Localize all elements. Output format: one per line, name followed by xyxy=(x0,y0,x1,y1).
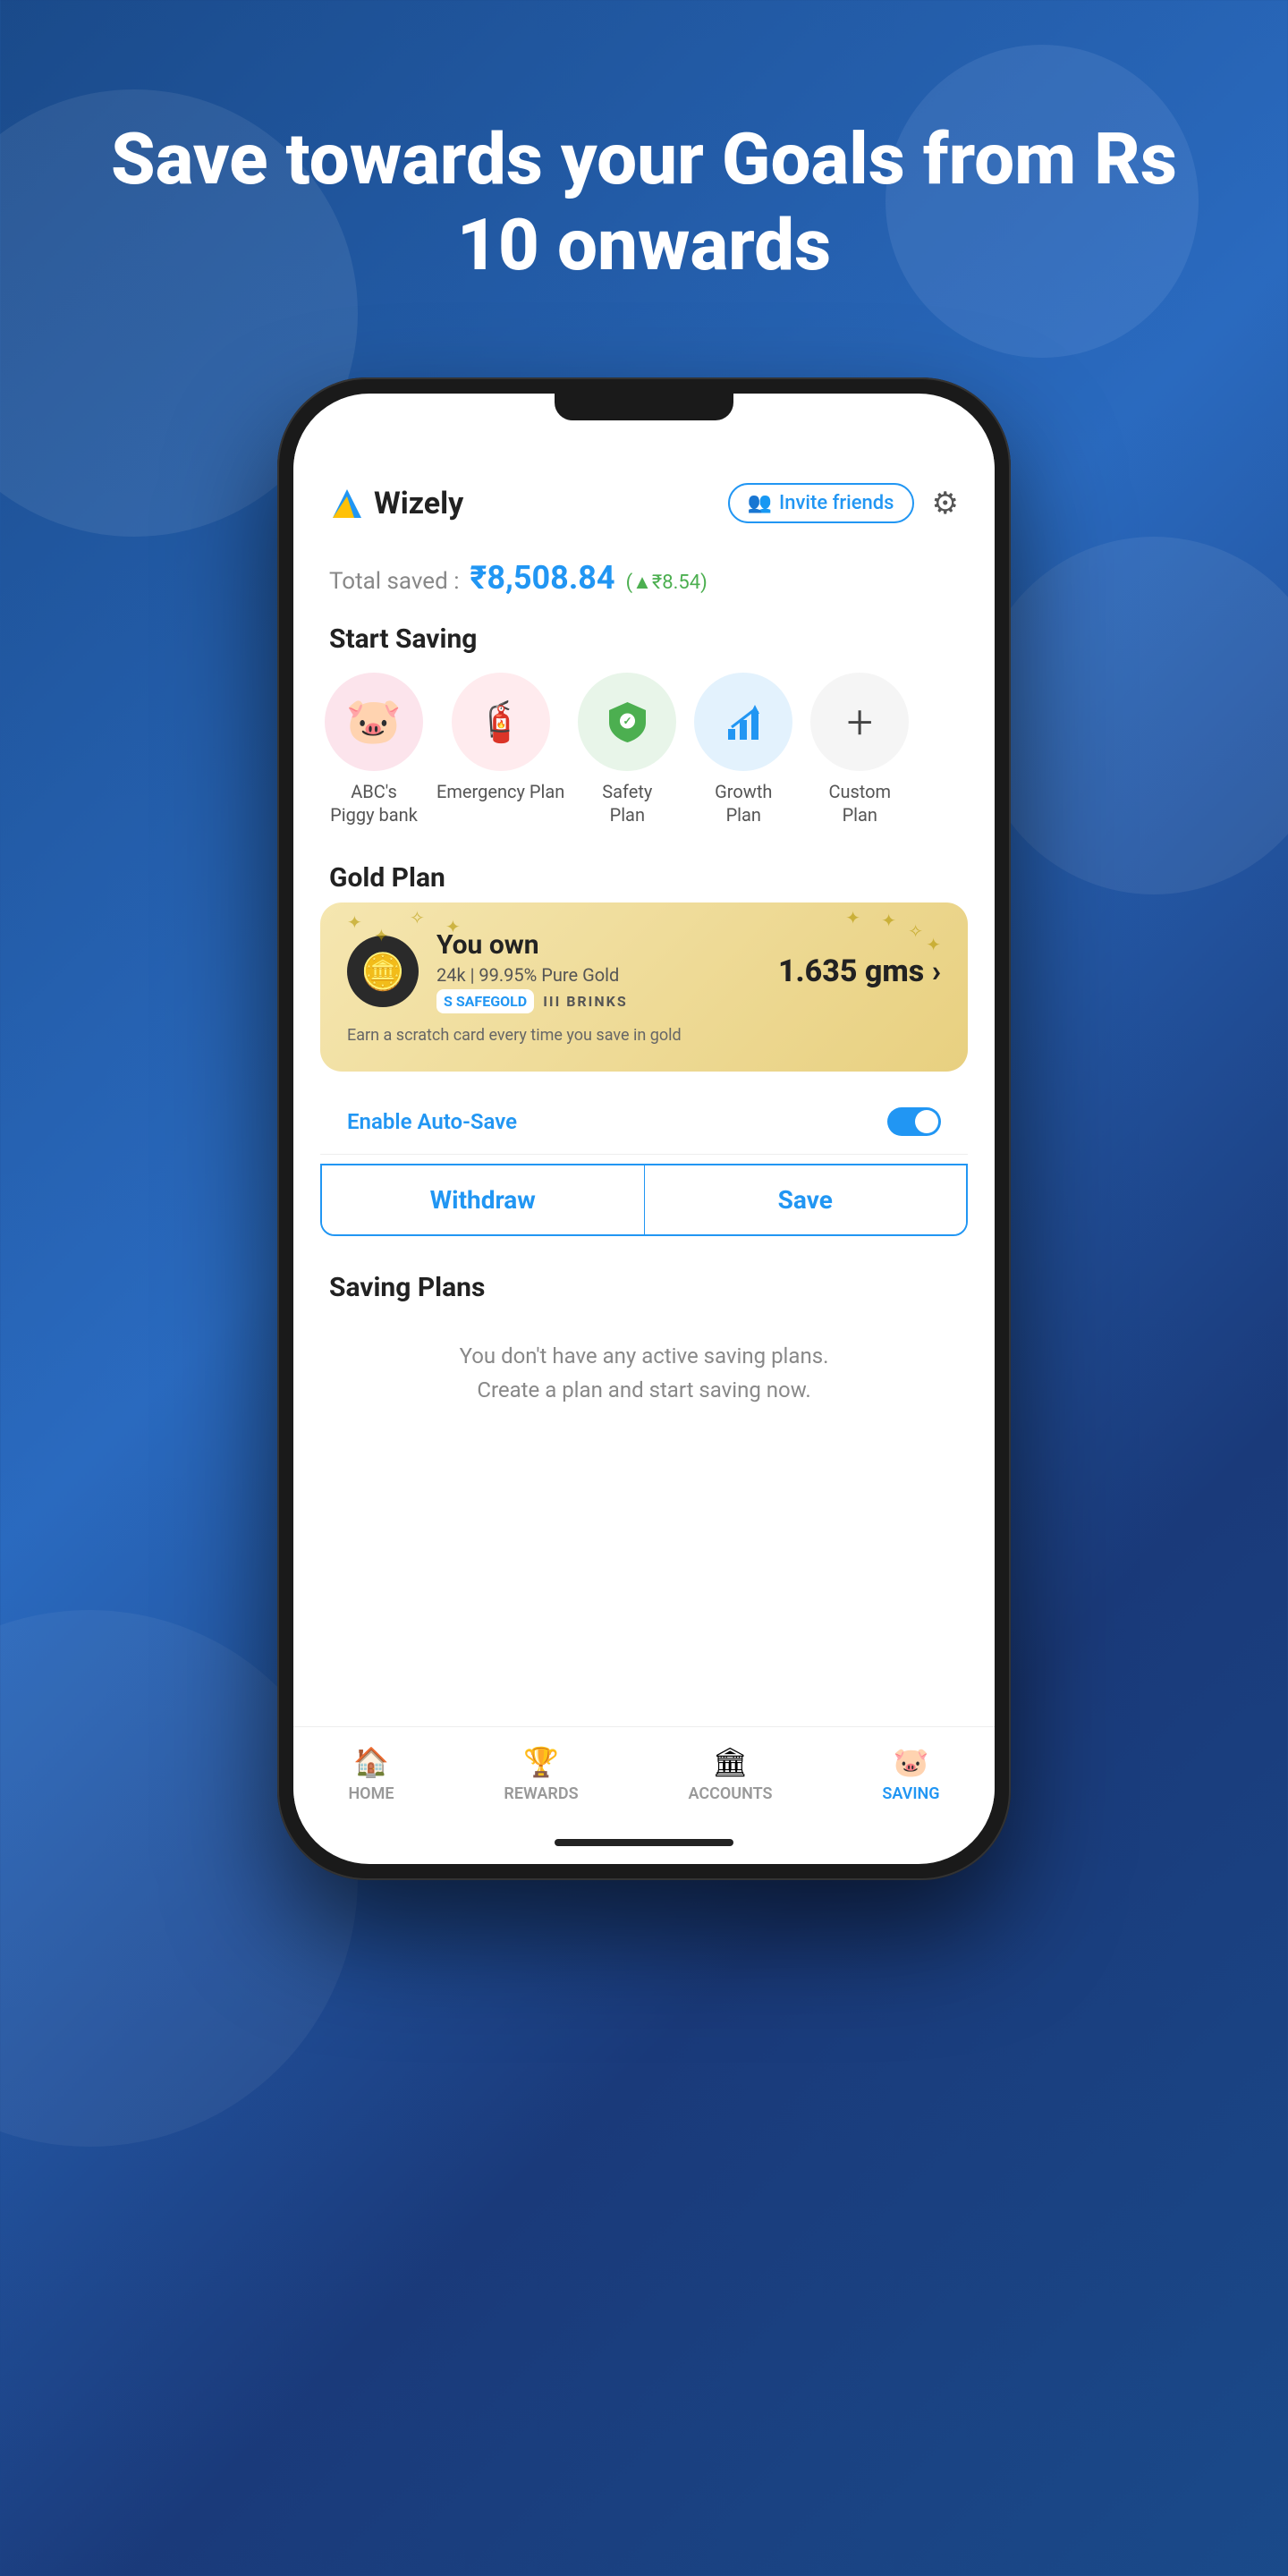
saving-item-piggy[interactable]: 🐷 ABC'sPiggy bank xyxy=(320,673,428,826)
saving-item-growth[interactable]: GrowthPlan xyxy=(690,673,797,826)
gold-plan-card[interactable]: ✦ ✦ ✧ ✦ ✦ ✧ ✦ ✦ 🪙 You own 24k | 99.95% xyxy=(320,902,968,1072)
safegold-badge: S SAFEGOLD xyxy=(436,989,534,1013)
home-icon: 🏠 xyxy=(353,1745,389,1779)
custom-label: CustomPlan xyxy=(828,780,891,826)
saving-icons-row: 🐷 ABC'sPiggy bank 🧯 Emergency Plan xyxy=(293,664,995,844)
hero-title: Save towards your Goals from Rs 10 onwar… xyxy=(0,116,1288,288)
emergency-icon-circle: 🧯 xyxy=(452,673,550,771)
growth-icon-circle xyxy=(694,673,792,771)
safety-icon-circle: ✓ xyxy=(578,673,676,771)
custom-icon-circle: + xyxy=(810,673,909,771)
saving-label: SAVING xyxy=(882,1784,939,1803)
gold-purity: 24k | 99.95% Pure Gold xyxy=(436,964,760,986)
total-saved-change: (▲₹8.54) xyxy=(626,572,708,594)
saving-item-custom[interactable]: + CustomPlan xyxy=(806,673,913,826)
start-saving-title: Start Saving xyxy=(293,606,995,664)
gold-plan-title: Gold Plan xyxy=(293,844,995,902)
you-own-text: You own xyxy=(436,929,760,961)
app-content: Wizely 👥 Invite friends ⚙ Total saved : xyxy=(293,465,995,1726)
shield-svg: ✓ xyxy=(603,698,652,747)
logo-area: Wizely xyxy=(329,486,463,521)
nav-rewards[interactable]: 🏆 REWARDS xyxy=(504,1745,578,1803)
withdraw-button[interactable]: Withdraw xyxy=(322,1165,645,1234)
gold-amount-wrapper: 1.635 gms › xyxy=(778,953,941,989)
gold-card-top: 🪙 You own 24k | 99.95% Pure Gold S SAFEG… xyxy=(347,929,941,1013)
accounts-icon: 🏛 xyxy=(712,1745,749,1779)
saving-item-safety[interactable]: ✓ SafetyPlan xyxy=(573,673,681,826)
total-saved-amount: ₹8,508.84 xyxy=(470,559,614,597)
status-bar xyxy=(293,420,995,465)
emergency-label: Emergency Plan xyxy=(436,780,564,803)
settings-icon[interactable]: ⚙ xyxy=(932,486,959,521)
growth-svg xyxy=(719,698,768,747)
nav-home[interactable]: 🏠 HOME xyxy=(348,1745,394,1803)
app-name: Wizely xyxy=(374,486,463,521)
auto-save-row: Enable Auto-Save xyxy=(320,1089,968,1155)
app-header: Wizely 👥 Invite friends ⚙ xyxy=(293,465,995,541)
saving-icon: 🐷 xyxy=(894,1745,929,1779)
phone-inner: Wizely 👥 Invite friends ⚙ Total saved : xyxy=(293,394,995,1864)
saving-plans-title: Saving Plans xyxy=(293,1254,995,1312)
total-saved-section: Total saved : ₹8,508.84 (▲₹8.54) xyxy=(293,541,995,606)
auto-save-label: Enable Auto-Save xyxy=(347,1109,517,1134)
home-label: HOME xyxy=(348,1784,394,1803)
rewards-icon: 🏆 xyxy=(523,1745,559,1779)
piggy-label: ABC'sPiggy bank xyxy=(330,780,418,826)
nav-saving[interactable]: 🐷 SAVING xyxy=(882,1745,939,1803)
logo-icon xyxy=(329,486,365,521)
gold-brands: S SAFEGOLD III BRINKS xyxy=(436,989,760,1013)
home-indicator xyxy=(555,1839,733,1846)
safety-label: SafetyPlan xyxy=(602,780,652,826)
header-right: 👥 Invite friends ⚙ xyxy=(728,483,959,523)
saving-plans-section: You don't have any active saving plans.C… xyxy=(293,1312,995,1435)
phone-notch xyxy=(555,394,733,420)
empty-plans-text: You don't have any active saving plans.C… xyxy=(293,1321,995,1426)
gold-scratch-text: Earn a scratch card every time you save … xyxy=(347,1026,941,1045)
save-button[interactable]: Save xyxy=(645,1165,967,1234)
saving-item-emergency[interactable]: 🧯 Emergency Plan xyxy=(436,673,564,803)
brinks-badge: III BRINKS xyxy=(543,993,627,1010)
invite-label: Invite friends xyxy=(779,492,894,514)
svg-text:✓: ✓ xyxy=(623,715,631,727)
rewards-label: REWARDS xyxy=(504,1784,578,1803)
phone-mockup: Wizely 👥 Invite friends ⚙ Total saved : xyxy=(277,377,1011,1880)
growth-label: GrowthPlan xyxy=(715,780,772,826)
auto-save-toggle[interactable] xyxy=(887,1107,941,1136)
gold-amount: 1.635 gms › xyxy=(778,953,941,989)
invite-icon: 👥 xyxy=(748,492,772,514)
bottom-navigation: 🏠 HOME 🏆 REWARDS 🏛 ACCOUNTS 🐷 SAVING xyxy=(293,1726,995,1830)
gold-action-buttons: Withdraw Save xyxy=(320,1164,968,1236)
nav-accounts[interactable]: 🏛 ACCOUNTS xyxy=(688,1745,772,1803)
accounts-label: ACCOUNTS xyxy=(688,1784,772,1803)
piggy-icon-circle: 🐷 xyxy=(325,673,423,771)
gold-info: You own 24k | 99.95% Pure Gold S SAFEGOL… xyxy=(436,929,760,1013)
phone-outer: Wizely 👥 Invite friends ⚙ Total saved : xyxy=(277,377,1011,1880)
gold-coin-icon: 🪙 xyxy=(347,936,419,1007)
invite-friends-button[interactable]: 👥 Invite friends xyxy=(728,483,914,523)
total-saved-label: Total saved : xyxy=(329,568,460,595)
